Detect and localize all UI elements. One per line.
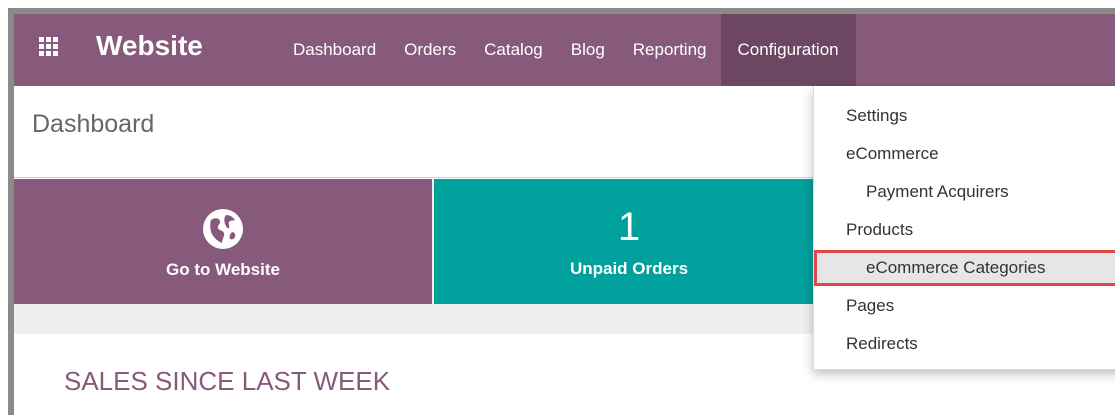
menu-configuration[interactable]: Configuration xyxy=(720,14,856,86)
app-window: Website Dashboard Orders Catalog Blog Re… xyxy=(8,8,1115,415)
top-navbar: Website Dashboard Orders Catalog Blog Re… xyxy=(14,14,1115,86)
go-to-website-label: Go to Website xyxy=(166,259,280,279)
unpaid-orders-count: 1 xyxy=(617,204,641,249)
dropdown-header-label: eCommerce xyxy=(846,144,939,163)
unpaid-orders-label: Unpaid Orders xyxy=(569,258,689,278)
menu-catalog[interactable]: Catalog xyxy=(470,14,557,86)
sales-section-title: SALES SINCE LAST WEEK xyxy=(64,366,391,396)
dropdown-item-payment-acquirers[interactable]: Payment Acquirers xyxy=(814,174,1115,210)
menu-orders[interactable]: Orders xyxy=(390,14,470,86)
dropdown-item-label: eCommerce Categories xyxy=(866,258,1046,277)
dropdown-header-label: Products xyxy=(846,220,914,239)
app-title: Website xyxy=(96,30,203,61)
unpaid-orders-tile[interactable]: 1 Unpaid Orders xyxy=(434,179,824,304)
dropdown-item-label: Pages xyxy=(846,296,895,315)
breadcrumb: Dashboard xyxy=(32,110,155,138)
dropdown-item-label: Settings xyxy=(846,106,908,125)
menu-blog[interactable]: Blog xyxy=(557,14,619,86)
main-menu: Dashboard Orders Catalog Blog Reporting … xyxy=(279,14,856,86)
dropdown-item-redirects[interactable]: Redirects xyxy=(814,326,1115,362)
dropdown-header-ecommerce: eCommerce xyxy=(814,136,1115,172)
dropdown-item-label: Payment Acquirers xyxy=(866,182,1009,201)
globe-icon xyxy=(203,208,243,249)
configuration-dropdown: Settings eCommerce Payment Acquirers Pro… xyxy=(813,86,1115,370)
dropdown-item-label: Redirects xyxy=(846,334,918,353)
apps-grid-icon[interactable] xyxy=(39,37,59,57)
dropdown-item-ecommerce-categories[interactable]: eCommerce Categories xyxy=(814,250,1115,286)
go-to-website-tile[interactable]: Go to Website xyxy=(14,179,434,304)
dropdown-header-products: Products xyxy=(814,212,1115,248)
dropdown-item-pages[interactable]: Pages xyxy=(814,288,1115,324)
menu-dashboard[interactable]: Dashboard xyxy=(279,14,390,86)
menu-reporting[interactable]: Reporting xyxy=(619,14,721,86)
dropdown-item-settings[interactable]: Settings xyxy=(814,98,1115,134)
